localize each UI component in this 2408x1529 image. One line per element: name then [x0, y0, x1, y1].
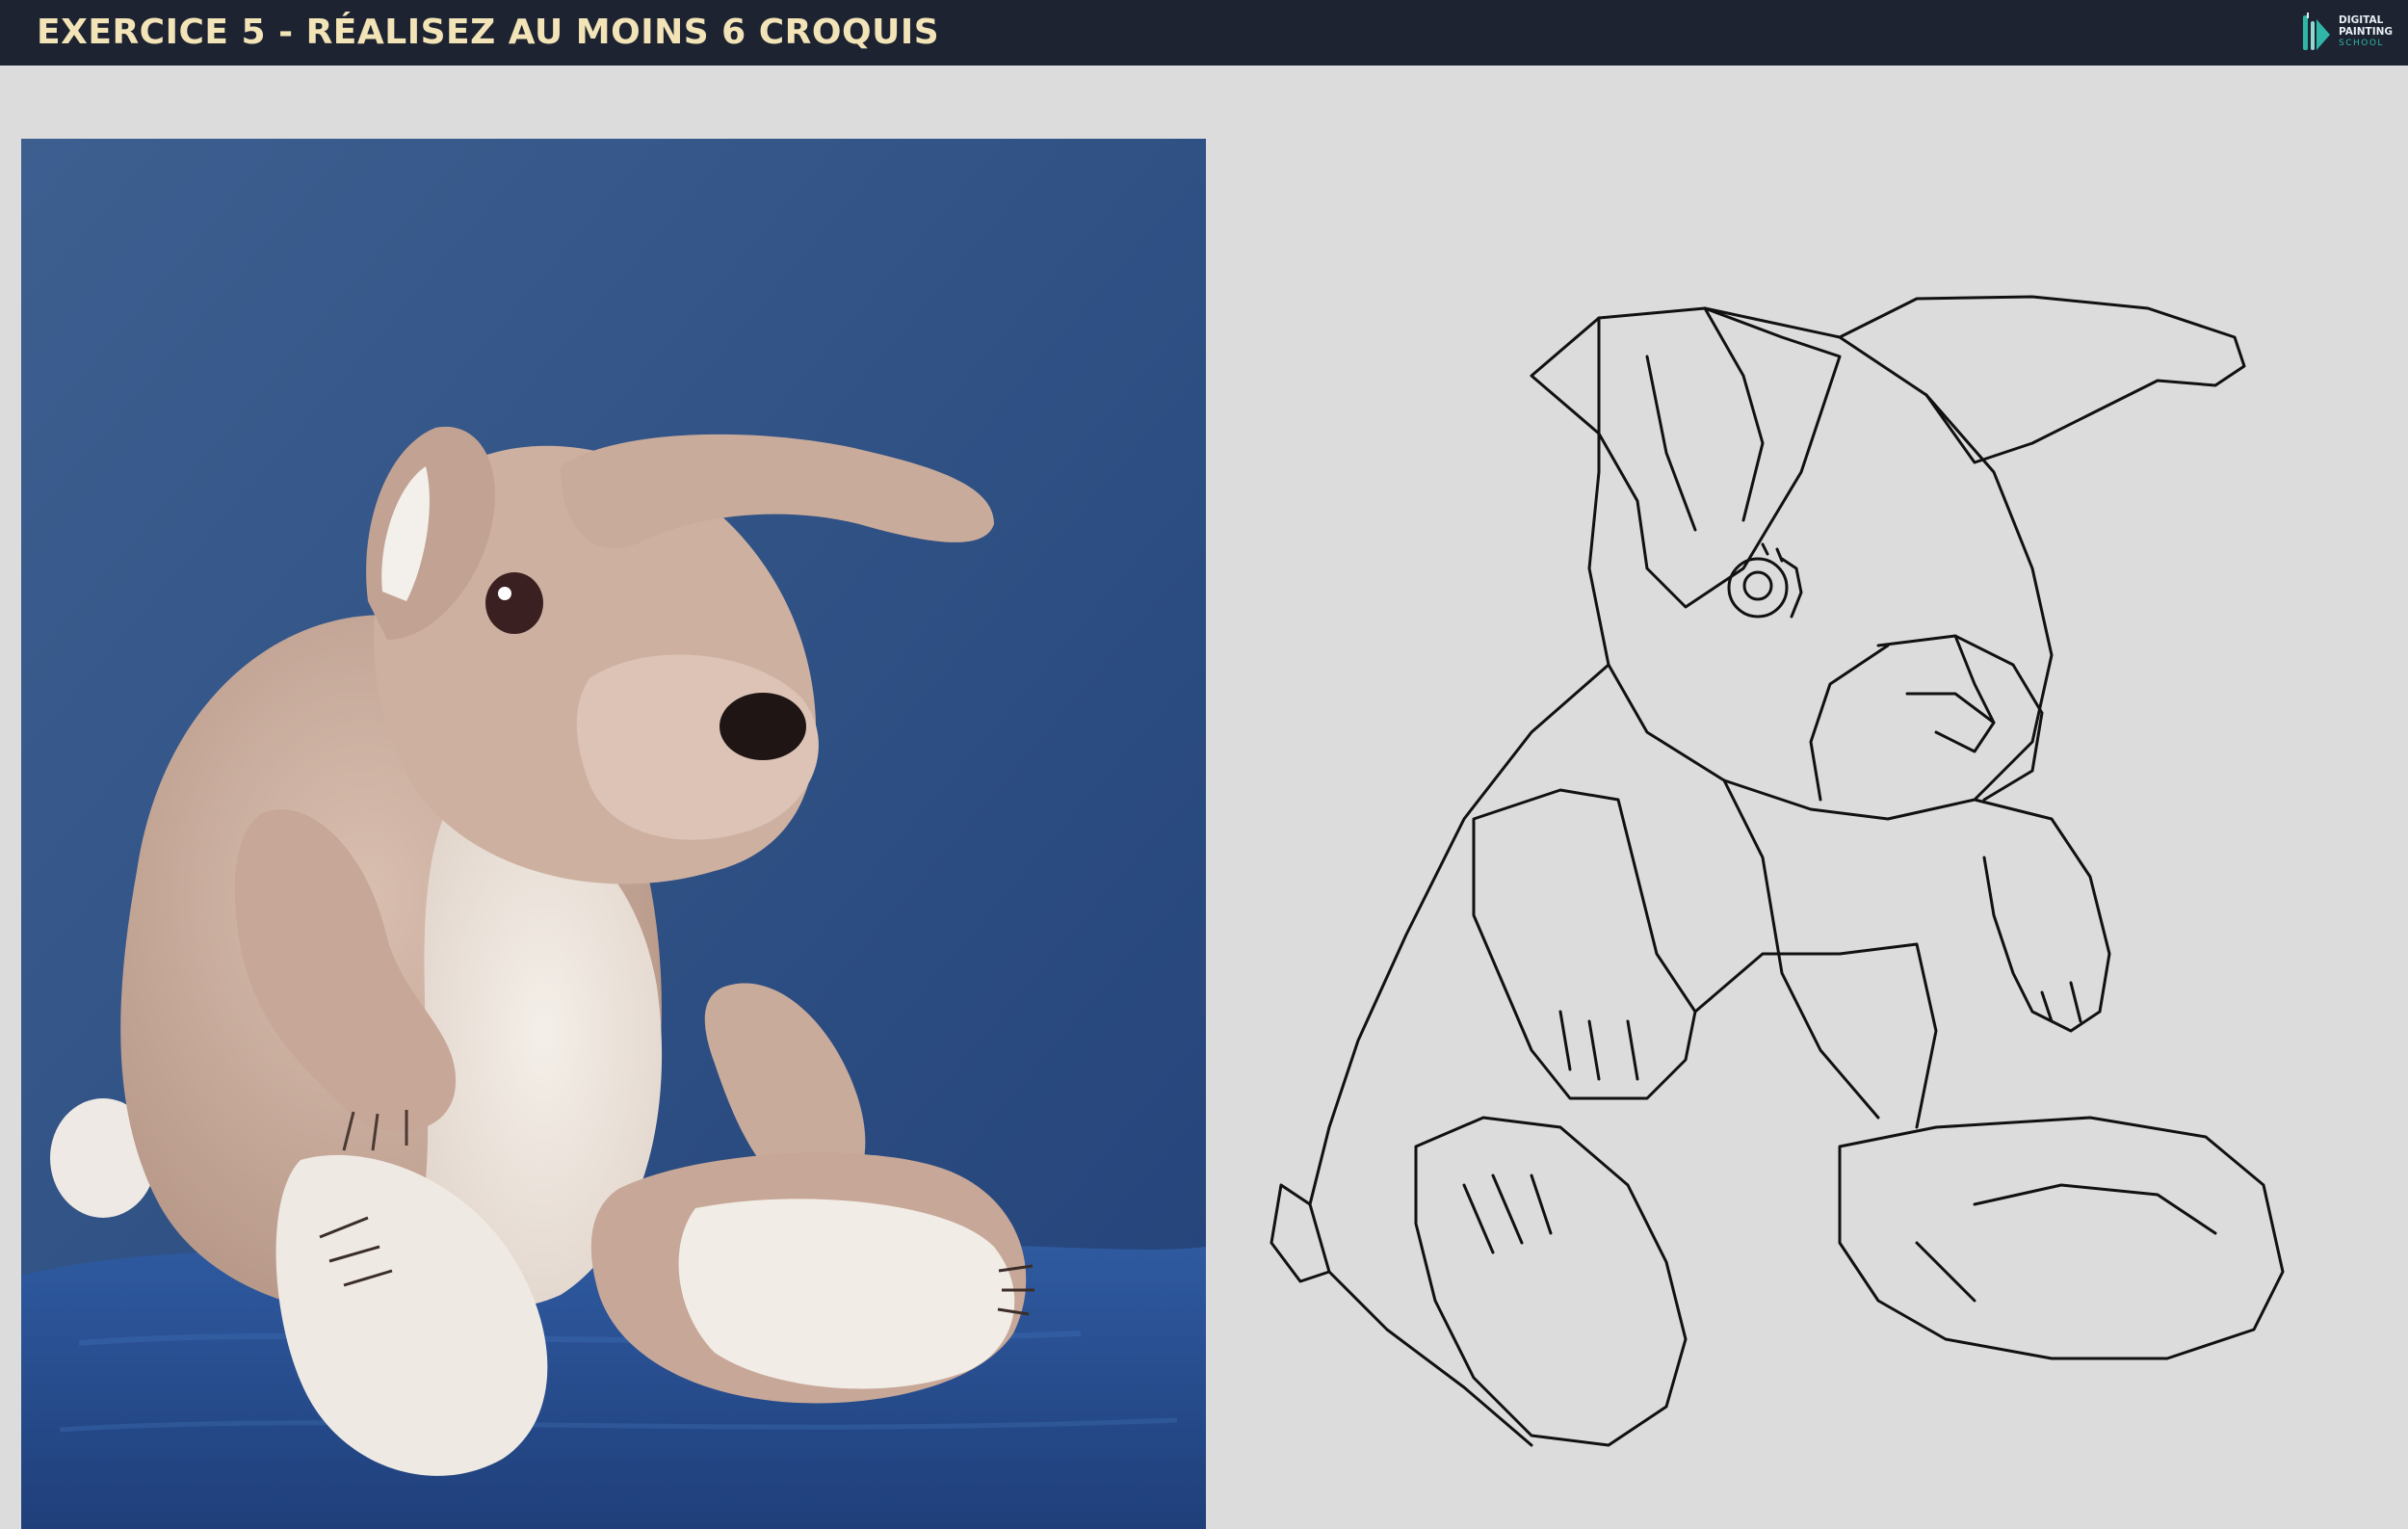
logo-line-digital: DIGITAL [2339, 14, 2384, 26]
brand-logo[interactable]: DIGITAL PAINTING SCHOOL [2300, 12, 2396, 54]
line-sketch [1243, 279, 2302, 1484]
header-bar: EXERCICE 5 - RÉALISEZ AU MOINS 6 CROQUIS… [0, 0, 2408, 66]
brush-logo-icon [2303, 13, 2330, 50]
logo-text: DIGITAL PAINTING SCHOOL [2339, 14, 2396, 49]
logo-line-painting: PAINTING [2339, 26, 2394, 38]
plush-rabbit-line-sketch [1269, 295, 2285, 1447]
page-title: EXERCICE 5 - RÉALISEZ AU MOINS 6 CROQUIS [37, 13, 940, 52]
reference-photo [21, 139, 1206, 1529]
logo-line-school: SCHOOL [2339, 39, 2384, 48]
plush-rabbit-photo-illustration [21, 139, 1206, 1529]
